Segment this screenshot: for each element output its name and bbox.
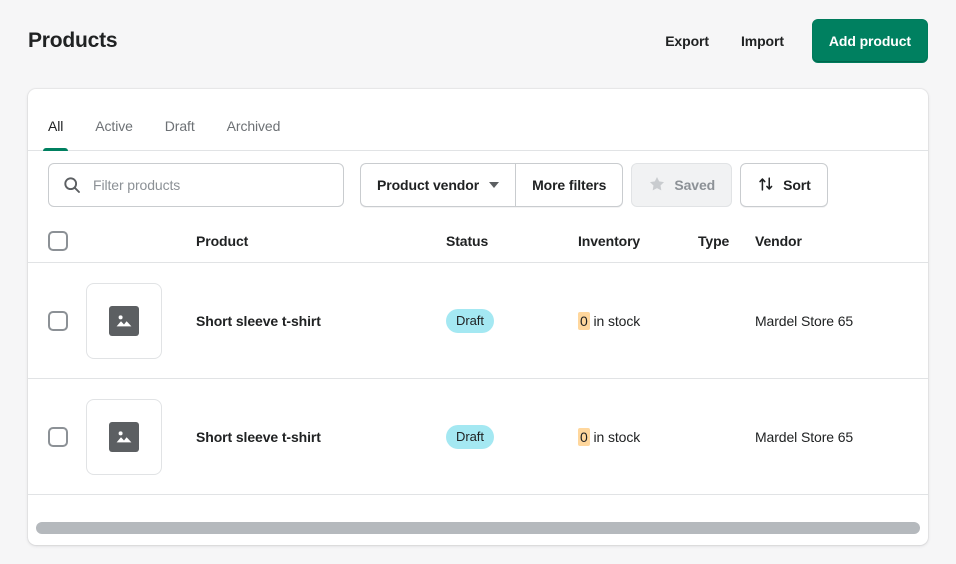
vendor-name: Mardel Store 65	[755, 313, 853, 329]
tab-draft[interactable]: Draft	[149, 101, 211, 150]
image-placeholder-icon	[109, 422, 139, 452]
product-vendor-cell: Mardel Store 65	[755, 311, 915, 331]
chevron-down-icon	[489, 182, 499, 188]
more-filters-button[interactable]: More filters	[515, 163, 623, 207]
import-button[interactable]: Import	[725, 23, 800, 59]
row-select-cell	[48, 427, 86, 447]
image-placeholder-icon	[109, 306, 139, 336]
products-page: Products Export Import Add product All A…	[0, 0, 956, 564]
export-button[interactable]: Export	[649, 23, 725, 59]
product-vendor-cell: Mardel Store 65	[755, 427, 915, 447]
status-badge: Draft	[446, 309, 494, 333]
product-name-link[interactable]: Short sleeve t-shirt	[196, 313, 321, 329]
tab-bar: All Active Draft Archived	[28, 89, 928, 151]
table-header-row: Product Status Inventory Type Vendor	[28, 219, 928, 263]
column-header-type: Type	[698, 231, 755, 251]
star-icon	[648, 175, 666, 196]
horizontal-scrollbar-thumb[interactable]	[36, 522, 920, 534]
select-all-checkbox[interactable]	[48, 231, 68, 251]
table-row[interactable]: Short sleeve t-shirt Draft 0 in stock Ma…	[28, 263, 928, 379]
row-select-checkbox[interactable]	[48, 427, 68, 447]
products-card: All Active Draft Archived Product vendor	[28, 89, 928, 545]
table-row[interactable]: Short sleeve t-shirt Draft 0 in stock Ma…	[28, 379, 928, 495]
products-table: Product Status Inventory Type Vendor	[28, 219, 928, 495]
sort-arrows-icon	[757, 175, 775, 196]
header-actions: Export Import Add product	[649, 19, 928, 63]
sort-label: Sort	[783, 177, 811, 193]
horizontal-scrollbar[interactable]	[28, 517, 928, 539]
saved-filters-label: Saved	[674, 177, 715, 193]
product-name-cell: Short sleeve t-shirt	[196, 311, 446, 331]
more-filters-label: More filters	[532, 177, 606, 193]
product-inventory-cell: 0 in stock	[578, 311, 698, 331]
add-product-button[interactable]: Add product	[812, 19, 928, 63]
inventory-suffix: in stock	[593, 429, 640, 445]
column-header-inventory: Inventory	[578, 231, 698, 251]
select-all-cell	[48, 231, 86, 251]
product-thumbnail-cell	[86, 399, 196, 475]
vendor-name: Mardel Store 65	[755, 429, 853, 445]
product-status-cell: Draft	[446, 425, 578, 449]
product-thumbnail-cell	[86, 283, 196, 359]
inventory-suffix: in stock	[593, 313, 640, 329]
tab-all[interactable]: All	[32, 101, 79, 150]
status-badge: Draft	[446, 425, 494, 449]
row-select-cell	[48, 311, 86, 331]
inventory-text: 0 in stock	[578, 428, 640, 446]
inventory-text: 0 in stock	[578, 312, 640, 330]
column-header-vendor: Vendor	[755, 231, 915, 251]
search-input[interactable]	[48, 163, 344, 207]
inventory-count: 0	[578, 428, 590, 446]
product-vendor-filter-button[interactable]: Product vendor	[360, 163, 515, 207]
row-select-checkbox[interactable]	[48, 311, 68, 331]
product-status-cell: Draft	[446, 309, 578, 333]
page-header: Products Export Import Add product	[28, 16, 928, 66]
sort-button[interactable]: Sort	[740, 163, 828, 207]
page-title: Products	[28, 27, 117, 55]
product-name-cell: Short sleeve t-shirt	[196, 427, 446, 447]
product-name-link[interactable]: Short sleeve t-shirt	[196, 429, 321, 445]
product-inventory-cell: 0 in stock	[578, 427, 698, 447]
inventory-count: 0	[578, 312, 590, 330]
filter-segmented-group: Product vendor More filters	[360, 163, 623, 207]
product-vendor-filter-label: Product vendor	[377, 177, 479, 193]
search-field-wrapper	[48, 163, 344, 207]
product-thumbnail	[86, 399, 162, 475]
tab-active[interactable]: Active	[79, 101, 149, 150]
filter-bar: Product vendor More filters Saved	[28, 151, 928, 219]
tab-archived[interactable]: Archived	[211, 101, 297, 150]
column-header-product: Product	[196, 231, 446, 251]
saved-filters-button[interactable]: Saved	[631, 163, 732, 207]
product-thumbnail	[86, 283, 162, 359]
column-header-status: Status	[446, 231, 578, 251]
